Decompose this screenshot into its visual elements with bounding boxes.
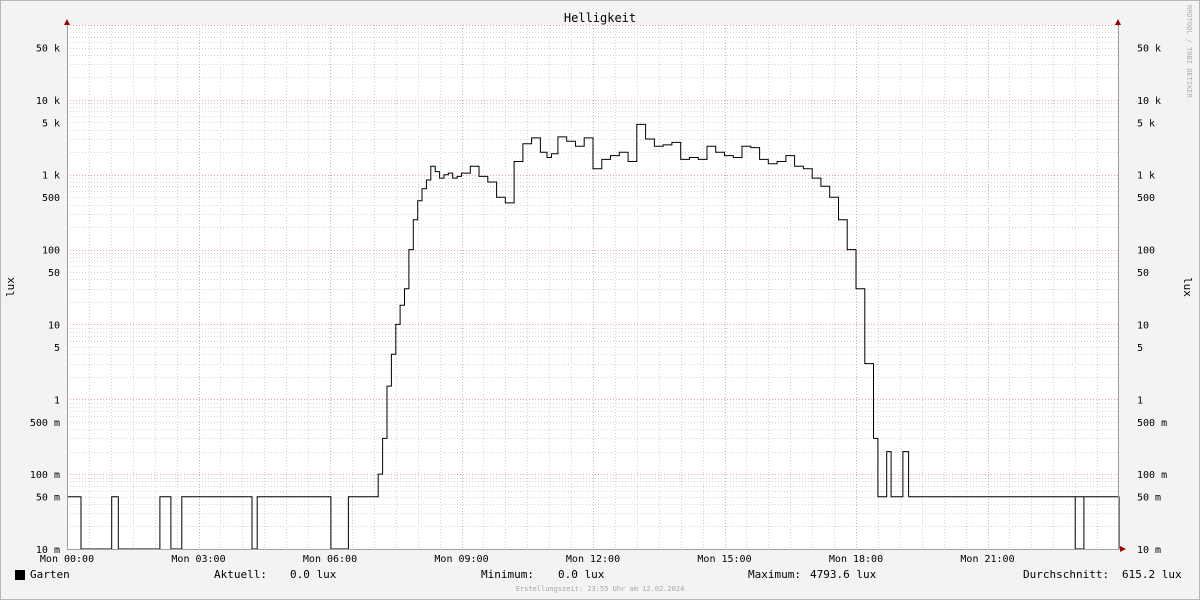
y-tick-label: 50 k — [1137, 44, 1161, 55]
y-tick-label: 100 m — [30, 470, 60, 481]
y-tick-label: 10 m — [1137, 545, 1161, 556]
y-tick-label: 5 — [1137, 343, 1143, 354]
minimum-value: 0.0 lux — [558, 568, 605, 581]
y-tick-labels-right: 10 m 50 m 100 m 500 m 1 5 10 50 100 500 1 k 5 k 10 k… — [1137, 44, 1167, 556]
average-value: 615.2 lux — [1122, 568, 1182, 581]
y-tick-label: 10 k — [36, 96, 60, 107]
x-tick-label: Mon 12:00 — [566, 554, 620, 565]
maximum-label: Maximum: — [748, 568, 801, 581]
y-tick-label: 10 — [1137, 320, 1149, 331]
y-tick-label: 10 — [48, 320, 60, 331]
legend-swatch — [15, 570, 25, 580]
y-axis-left-arrow-icon — [64, 19, 70, 25]
brightness-chart: 10 m 50 m 100 m 500 m 1 5 10 50 100 500 1 k 5 k 10 k… — [4, 5, 1194, 565]
y-tick-label: 1 k — [1137, 171, 1155, 182]
x-tick-label: Mon 15:00 — [697, 554, 751, 565]
y-tick-label: 1 — [1137, 395, 1143, 406]
y-tick-label: 50 k — [36, 44, 60, 55]
y-tick-label: 100 — [1137, 246, 1155, 257]
current-label: Aktuell: — [214, 568, 267, 581]
minimum-label: Minimum: — [481, 568, 534, 581]
y-tick-label: 500 m — [30, 418, 60, 429]
average-label: Durchschnitt: — [1023, 568, 1110, 581]
y-tick-label: 5 k — [42, 118, 60, 129]
y-tick-label: 1 — [54, 395, 60, 406]
legend-series-name: Garten — [30, 568, 70, 581]
y-tick-label: 50 m — [36, 493, 60, 504]
maximum-value: 4793.6 lux — [810, 568, 877, 581]
y-tick-label: 100 — [42, 246, 60, 257]
x-tick-label: Mon 03:00 — [171, 554, 225, 565]
y-tick-label: 5 — [54, 343, 60, 354]
y-axis-title-right: lux — [1181, 277, 1194, 297]
y-axis-right-arrow-icon — [1115, 19, 1121, 25]
y-tick-label: 5 k — [1137, 118, 1155, 129]
x-axis-arrow-icon — [1120, 546, 1126, 552]
y-tick-label: 500 — [1137, 193, 1155, 204]
current-value: 0.0 lux — [290, 568, 337, 581]
watermark: RRDTOOL / TOBI OETIKER — [1185, 5, 1193, 99]
x-tick-label: Mon 06:00 — [303, 554, 357, 565]
y-tick-label: 1 k — [42, 171, 60, 182]
y-tick-label: 50 — [1137, 268, 1149, 279]
y-tick-labels-left: 10 m50 m100 m500 m1510501005001 k5 k10 k… — [30, 44, 60, 556]
x-tick-label: Mon 00:00 — [40, 554, 94, 565]
y-tick-label: 100 m — [1137, 470, 1167, 481]
x-tick-label: Mon 21:00 — [960, 554, 1014, 565]
y-tick-label: 500 — [42, 193, 60, 204]
y-axis-title-left: lux — [4, 277, 17, 297]
y-tick-label: 500 m — [1137, 418, 1167, 429]
x-tick-labels: Mon 00:00 Mon 03:00 Mon 06:00 Mon 09:00 Mon … — [40, 554, 1015, 565]
y-tick-label: 50 m — [1137, 493, 1161, 504]
y-tick-label: 10 k — [1137, 96, 1161, 107]
y-tick-label: 50 — [48, 268, 60, 279]
creation-timestamp: Erstellungszeit: 23:55 Uhr am 12.02.2024 — [515, 585, 685, 593]
x-tick-label: Mon 09:00 — [434, 554, 488, 565]
x-tick-label: Mon 18:00 — [829, 554, 883, 565]
chart-title: Helligkeit — [564, 11, 636, 25]
